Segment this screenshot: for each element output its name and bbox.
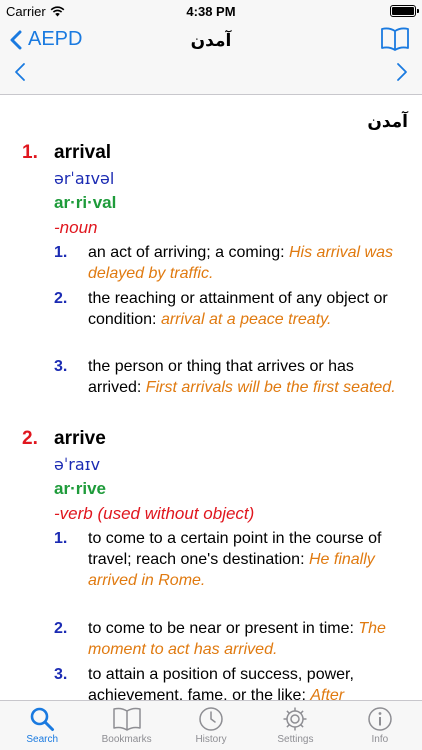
tab-label: Settings [277, 734, 314, 745]
entry-word: arrival [54, 142, 112, 163]
part-of-speech: -noun [54, 218, 98, 237]
entry-number: 1. [22, 142, 38, 163]
page-title: آمدن [190, 31, 232, 51]
book-icon [381, 27, 409, 51]
definition-content[interactable]: آمدن 1. arrival ərˈaɪvəl ar·ri·val -noun… [0, 96, 422, 700]
chevron-left-icon [15, 63, 25, 81]
sense-example: After [310, 687, 345, 700]
clock-icon [199, 707, 223, 731]
sense-definition: the person or thing that arrives or has … [88, 356, 410, 398]
sense-example: First arrivals will be the first seated. [145, 379, 396, 396]
status-time: 4:38 PM [186, 4, 236, 19]
info-icon [368, 707, 392, 731]
previous-entry-button[interactable] [14, 62, 26, 87]
tab-bar: Search Bookmarks History Settings Info [0, 700, 422, 750]
syllables: ar·rive [54, 479, 106, 498]
sense-number: 3. [54, 666, 68, 683]
sense-number: 1. [54, 244, 68, 261]
sense-number: 2. [54, 620, 68, 637]
tab-history[interactable]: History [169, 701, 253, 750]
status-bar: Carrier 4:38 PM [0, 0, 422, 22]
navigation-bar: AEPD آمدن [0, 22, 422, 95]
tab-bookmarks[interactable]: Bookmarks [84, 701, 168, 750]
sense-example: arrival at a peace treaty. [160, 311, 332, 328]
headword: آمدن [367, 112, 408, 132]
tab-label: Info [371, 734, 389, 745]
sense-definition: to come to be near or present in time: T… [88, 618, 410, 660]
sense-definition: to attain a position of success, power, … [88, 664, 410, 700]
tab-settings[interactable]: Settings [253, 701, 337, 750]
sense-number: 3. [54, 358, 68, 375]
syllables: ar·ri·val [54, 193, 117, 212]
pronunciation: əˈraɪv [54, 455, 101, 474]
sense-text: to come to be near or present in time: [88, 620, 359, 637]
sense-number: 1. [54, 530, 68, 547]
part-of-speech: -verb (used without object) [54, 504, 255, 523]
gear-icon [283, 707, 307, 731]
sense-definition: to come to a certain point in the course… [88, 528, 410, 591]
bookmark-button[interactable] [380, 26, 410, 57]
entry-number: 2. [22, 428, 38, 449]
battery-icon [390, 5, 419, 17]
pronunciation: ərˈaɪvəl [54, 169, 115, 188]
tab-label: Bookmarks [101, 734, 152, 745]
tab-search[interactable]: Search [0, 701, 84, 750]
sense-definition: an act of arriving; a coming: His arriva… [88, 242, 410, 284]
sense-definition: the reaching or attainment of any object… [88, 288, 410, 330]
tab-label: History [195, 734, 227, 745]
sense-text: an act of arriving; a coming: [88, 244, 289, 261]
tab-info[interactable]: Info [338, 701, 422, 750]
next-entry-button[interactable] [396, 62, 408, 87]
search-icon [30, 707, 55, 731]
book-icon [112, 707, 141, 731]
tab-label: Search [26, 734, 59, 745]
chevron-right-icon [397, 63, 407, 81]
entry-word: arrive [54, 428, 106, 449]
sense-number: 2. [54, 290, 68, 307]
